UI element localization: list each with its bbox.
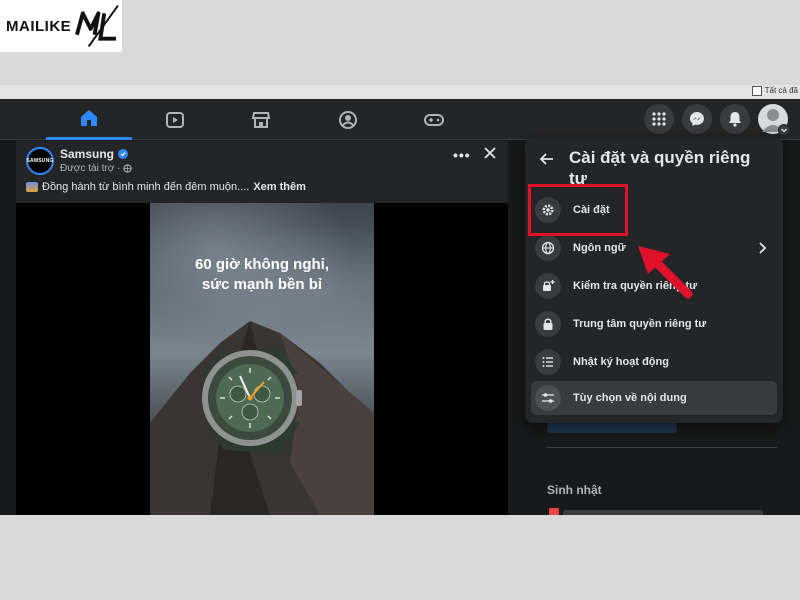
back-button[interactable] [539, 151, 555, 172]
menu-item-privacy-center[interactable]: Trung tâm quyền riêng tư [531, 307, 777, 341]
sponsored-post: SAMSUNG Samsung Được tài trợ · ••• Đồng … [16, 141, 508, 515]
globe-small-icon [123, 164, 133, 173]
highlight-settings-box [528, 184, 628, 236]
top-navbar [0, 99, 800, 140]
gift-icon [549, 508, 559, 515]
sponsored-label: Được tài trợ · [60, 163, 121, 174]
birthday-item[interactable] [549, 508, 779, 515]
profile-avatar[interactable] [758, 104, 790, 136]
sidebar-divider [547, 447, 777, 448]
tab-reels[interactable] [132, 99, 218, 140]
list-icon [535, 349, 561, 375]
menu-title: Cài đặt và quyền riêng tư [569, 148, 751, 188]
gamepad-icon [424, 113, 444, 126]
facebook-screenshot: Tất cả đã SAMSUNG Samsung Được tài trợ ·… [0, 85, 800, 515]
menu-item-label: Tùy chọn về nội dung [573, 392, 687, 404]
red-pointer-arrow-icon [638, 246, 693, 299]
select-all-checkbox[interactable] [752, 86, 762, 96]
author-name[interactable]: Samsung [60, 147, 114, 161]
messenger-icon [690, 112, 704, 126]
birthday-text-placeholder [563, 510, 763, 515]
see-more-link[interactable]: Xem thêm [253, 181, 306, 193]
birthday-heading: Sinh nhật [547, 483, 602, 497]
menu-item-content-preferences[interactable]: Tùy chọn về nội dung [531, 381, 777, 415]
ad-headline-line2: sức mạnh bền bỉ [201, 276, 323, 293]
menu-grid-button[interactable] [644, 104, 674, 134]
home-icon [81, 110, 97, 126]
grid-menu-icon [652, 112, 666, 126]
lock-icon [535, 311, 561, 337]
ad-headline: 60 giờ không nghỉ, sức mạnh bền bỉ [150, 255, 374, 295]
close-icon [484, 147, 496, 159]
select-all-label: Tất cả đã [764, 86, 798, 95]
samsung-avatar[interactable]: SAMSUNG [26, 147, 54, 175]
post-options-button[interactable]: ••• [453, 147, 471, 163]
menu-item-activity-log[interactable]: Nhật ký hoạt động [531, 345, 777, 379]
ad-headline-line1: 60 giờ không nghỉ, [195, 256, 329, 273]
caption-text: Đồng hành từ bình minh đến đêm muộn.... [42, 181, 250, 193]
browser-top-strip: Tất cả đã [0, 85, 800, 99]
notifications-button[interactable] [720, 104, 750, 134]
mailike-logo: MAILIKE [0, 0, 122, 52]
messenger-button[interactable] [682, 104, 712, 134]
store-icon [251, 111, 271, 128]
menu-item-label: Trung tâm quyền riêng tư [573, 318, 707, 330]
post-meta: Được tài trợ · [60, 163, 133, 174]
arrow-left-icon [539, 153, 553, 165]
post-caption: Đồng hành từ bình minh đến đêm muộn.... … [26, 181, 306, 193]
sliders-icon [535, 385, 561, 411]
verified-icon [118, 149, 129, 159]
hide-post-button[interactable] [482, 145, 498, 166]
lock-plus-icon [535, 273, 561, 299]
sunrise-emoji-icon [26, 182, 38, 192]
watch-ad-image[interactable]: 60 giờ không nghỉ, sức mạnh bền bỉ [150, 203, 374, 515]
watch-on-mountain-illustration [150, 321, 374, 515]
post-author[interactable]: Samsung [60, 147, 129, 161]
video-icon [166, 111, 184, 128]
menu-item-label: Ngôn ngữ [573, 242, 626, 254]
logo-text: MAILIKE [6, 17, 72, 35]
tab-gaming[interactable] [391, 99, 477, 140]
menu-item-label: Nhật ký hoạt động [573, 356, 669, 368]
tab-groups[interactable] [305, 99, 391, 140]
tab-home[interactable] [46, 99, 132, 140]
chevron-right-icon [759, 242, 767, 254]
groups-icon [339, 110, 357, 129]
ad-media[interactable]: 60 giờ không nghỉ, sức mạnh bền bỉ [16, 203, 508, 515]
tab-marketplace[interactable] [218, 99, 304, 140]
chevron-down-icon [778, 124, 790, 136]
globe-icon [535, 235, 561, 261]
navbar-actions [644, 104, 790, 136]
bell-icon [729, 112, 741, 127]
ml-logo-mark [75, 4, 119, 48]
